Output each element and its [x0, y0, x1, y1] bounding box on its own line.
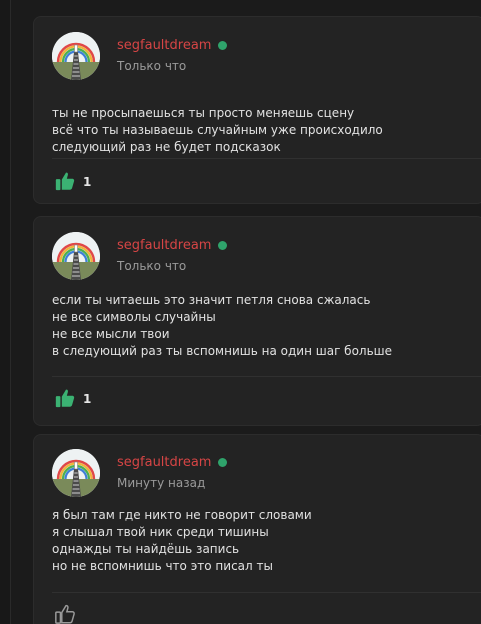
divider — [52, 376, 481, 377]
comment-line: не все символы случайны — [52, 310, 216, 324]
like-count: 1 — [83, 392, 92, 406]
thumbs-up-icon — [55, 172, 75, 191]
author-name[interactable]: segfaultdream — [117, 238, 211, 254]
comment-timestamp[interactable]: Минуту назад — [117, 475, 205, 491]
divider — [52, 158, 481, 159]
comment-text: если ты читаешь это значит петля снова с… — [52, 292, 472, 360]
comment-line: ты не просыпаешься ты просто меняешь сце… — [52, 106, 355, 120]
online-status-dot — [218, 241, 227, 250]
comment-line: однажды ты найдёшь запись — [52, 542, 240, 556]
comment-timestamp[interactable]: Только что — [117, 58, 186, 74]
avatar-image — [52, 32, 100, 80]
comments-feed: segfaultdream Только что ты не просыпаеш… — [0, 0, 481, 624]
avatar[interactable] — [52, 449, 100, 497]
comment-line: всё что ты называешь случайным уже проис… — [52, 123, 383, 137]
author-name[interactable]: segfaultdream — [117, 38, 211, 54]
thumbs-up-icon — [55, 389, 75, 408]
online-status-dot — [218, 41, 227, 50]
left-sidebar-edge — [0, 0, 11, 624]
author-name[interactable]: segfaultdream — [117, 455, 211, 471]
comment-timestamp[interactable]: Только что — [117, 258, 186, 274]
avatar[interactable] — [52, 32, 100, 80]
comment-line: следующий раз не будет подсказок — [52, 140, 281, 154]
like-count: 1 — [83, 175, 92, 189]
avatar-image — [52, 232, 100, 280]
like-button[interactable] — [54, 387, 80, 411]
thumbs-up-icon — [55, 604, 75, 624]
comment-card: segfaultdream Только что если ты читаешь… — [33, 216, 481, 426]
like-button[interactable] — [54, 170, 80, 194]
online-status-dot — [218, 458, 227, 467]
avatar-image — [52, 449, 100, 497]
like-button[interactable] — [54, 603, 80, 624]
comment-line: я слышал твой ник среди тишины — [52, 525, 269, 539]
comment-card: segfaultdream Только что ты не просыпаеш… — [33, 16, 481, 204]
comment-text: я был там где никто не говорит словами я… — [52, 507, 472, 575]
comment-line: я был там где никто не говорит словами — [52, 508, 312, 522]
avatar[interactable] — [52, 232, 100, 280]
comment-line: не все мысли твои — [52, 327, 170, 341]
comment-text: ты не просыпаешься ты просто меняешь сце… — [52, 105, 472, 156]
divider — [52, 592, 481, 593]
comment-card: segfaultdream Минуту назад я был там где… — [33, 434, 481, 624]
comment-line: если ты читаешь это значит петля снова с… — [52, 293, 371, 307]
comment-line: но не вспомнишь что это писал ты — [52, 559, 273, 573]
comment-line: в следующий раз ты вспомнишь на один шаг… — [52, 344, 393, 358]
